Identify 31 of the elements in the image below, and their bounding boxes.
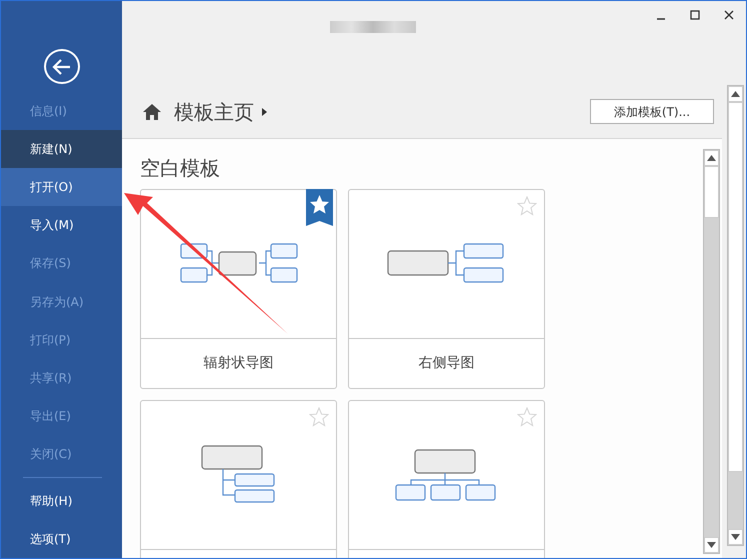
template-name: 右侧导图 xyxy=(418,354,476,373)
scroll-up-icon[interactable] xyxy=(731,91,740,97)
back-arrow-icon xyxy=(52,58,72,76)
scroll-down-icon[interactable] xyxy=(731,534,740,540)
scrollbar[interactable] xyxy=(727,85,744,546)
scroll-down-icon[interactable] xyxy=(707,542,716,548)
menu-item[interactable]: 选项(T) xyxy=(1,520,122,558)
section-title: 空白模板 xyxy=(140,155,221,182)
scrollbar-thumb[interactable] xyxy=(704,166,719,218)
menu-item[interactable]: 新建(N) xyxy=(1,130,122,168)
caret-icon[interactable] xyxy=(262,108,267,116)
scrollbar-thumb[interactable] xyxy=(728,102,743,472)
menu-item[interactable]: 帮助(H) xyxy=(1,482,122,520)
star-icon[interactable] xyxy=(517,196,537,216)
menu-item[interactable]: 打开(O) xyxy=(1,168,122,206)
template-card[interactable]: 右侧导图 xyxy=(348,189,545,389)
back-button[interactable] xyxy=(44,49,80,84)
menu-item[interactable]: 导入(M) xyxy=(1,206,122,244)
add-template-button[interactable]: 添加模板(T)... xyxy=(590,99,714,124)
star-icon[interactable] xyxy=(517,407,537,427)
scrollbar[interactable] xyxy=(703,149,720,554)
close-icon xyxy=(723,9,735,21)
scroll-up-icon[interactable] xyxy=(707,155,716,161)
maximize-icon xyxy=(689,9,701,21)
template-card[interactable]: 辐射状导图 xyxy=(140,189,337,389)
template-name: 辐射状导图 xyxy=(202,354,274,373)
starred-ribbon-icon[interactable] xyxy=(306,189,333,226)
breadcrumb-title[interactable]: 模板主页 xyxy=(174,96,254,126)
star-icon[interactable] xyxy=(309,407,329,427)
home-icon[interactable] xyxy=(142,102,162,120)
minimize-icon xyxy=(657,18,665,20)
